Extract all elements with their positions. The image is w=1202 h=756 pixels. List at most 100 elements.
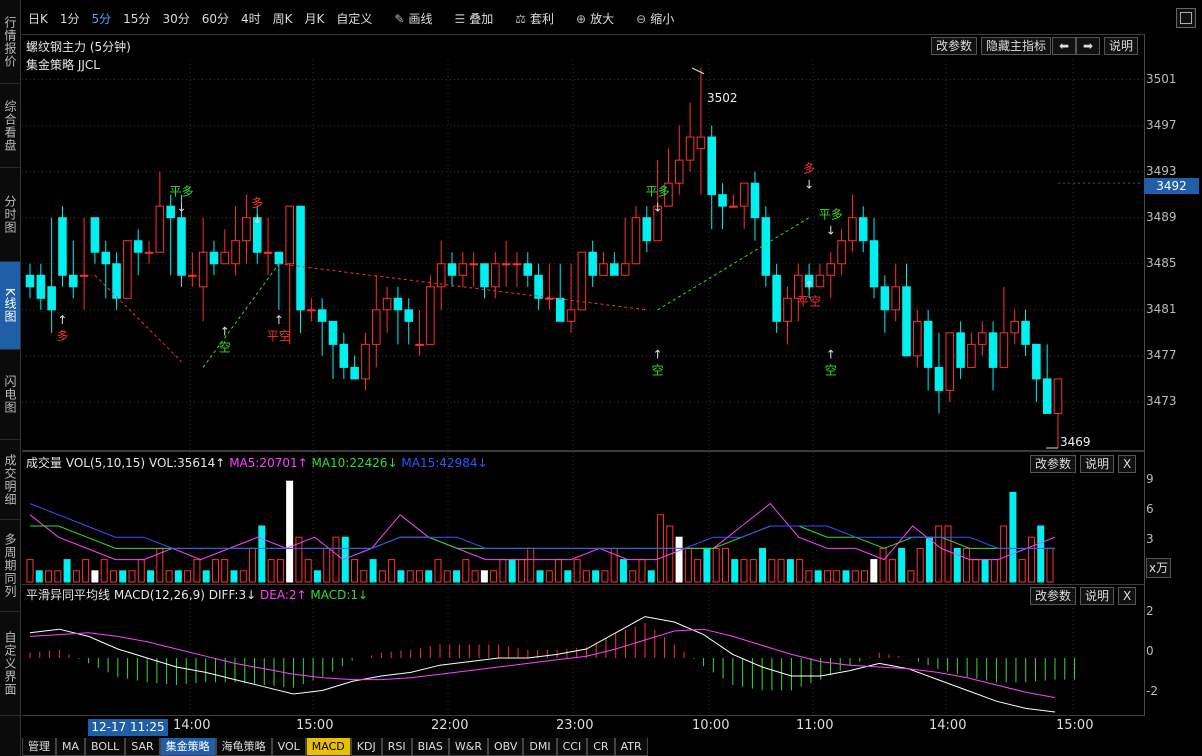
volume-bar <box>972 559 980 583</box>
candle-body <box>642 217 652 242</box>
signal-label: 空 <box>219 340 231 354</box>
candle-body <box>25 274 35 288</box>
candle-body <box>858 217 868 242</box>
candle-body <box>79 274 89 277</box>
indicator-tab-5[interactable]: 海龟策略 <box>215 738 272 756</box>
candle-body <box>263 251 273 254</box>
candle-body <box>913 320 922 357</box>
volume-bar <box>202 570 210 583</box>
volume-bar <box>137 559 145 583</box>
candle-body <box>1032 343 1041 380</box>
candle-body <box>198 251 208 288</box>
candle-body <box>101 251 111 265</box>
indicator-tab-bar: 管理 MA BOLL SAR 集金策略 海龟策略 VOL MACD KDJ RSI BIAS W&R O… <box>22 738 1198 756</box>
indicator-tab-13[interactable]: DMI <box>523 738 557 756</box>
volume-bar <box>453 570 461 583</box>
candle-body <box>512 263 522 266</box>
volume-bar <box>879 547 887 583</box>
candle-body <box>317 309 327 322</box>
macd-dea-line <box>29 628 1056 699</box>
candle-body <box>545 297 554 300</box>
candle-body <box>848 217 857 242</box>
indicator-tab-16[interactable]: ATR <box>614 738 648 756</box>
candle-body <box>447 263 457 276</box>
volume-bar <box>351 559 359 583</box>
candle-body <box>891 286 900 311</box>
volume-bar <box>1046 547 1054 583</box>
volume-bar <box>536 570 544 583</box>
volume-bar <box>388 559 396 583</box>
volume-bar <box>35 570 43 583</box>
signal-label: 多 <box>251 196 263 210</box>
volume-bar <box>313 570 321 583</box>
price-tick: 3501 <box>1146 71 1177 86</box>
candle-body <box>339 343 349 368</box>
volume-bar <box>109 570 117 583</box>
volume-bar <box>555 559 563 583</box>
signal-label: 空 <box>652 363 664 377</box>
candle-body <box>47 286 56 311</box>
macd-tick: -2 <box>1146 684 1158 698</box>
indicator-tab-6[interactable]: VOL <box>271 738 306 756</box>
candle-body <box>177 217 186 276</box>
candle-body <box>707 136 717 196</box>
signal-arrow: ↑ <box>220 324 230 338</box>
signal-label: 平多 <box>169 185 193 199</box>
candle-body <box>945 332 955 391</box>
candle-body <box>523 263 533 276</box>
volume-bar <box>712 547 720 583</box>
candle-body <box>328 320 338 345</box>
volume-bar <box>54 570 62 583</box>
volume-bar <box>777 559 785 583</box>
volume-bar <box>935 525 943 583</box>
indicator-tab-10[interactable]: BIAS <box>411 738 449 756</box>
time-tick: 14:00 <box>173 718 211 733</box>
candle-body <box>718 194 727 207</box>
volume-bar <box>45 570 53 583</box>
signal-label: 平多 <box>819 208 843 222</box>
volume-bar <box>165 570 173 583</box>
indicator-tab-2[interactable]: BOLL <box>85 738 126 756</box>
volume-bar <box>258 525 266 583</box>
indicator-tab-11[interactable]: W&R <box>448 738 488 756</box>
indicator-tab-8[interactable]: KDJ <box>350 738 382 756</box>
volume-bar <box>63 559 71 583</box>
indicator-tab-14[interactable]: CCI <box>556 738 588 756</box>
volume-bar <box>907 570 915 583</box>
volume-bar <box>703 547 711 583</box>
volume-bar <box>443 570 451 583</box>
volume-bar <box>861 570 869 583</box>
candle-body <box>350 366 359 380</box>
volume-bar <box>749 559 757 583</box>
candle-body <box>501 263 511 266</box>
candle-body <box>826 263 836 276</box>
indicator-tab-3[interactable]: SAR <box>125 738 160 756</box>
indicator-tab-4[interactable]: 集金策略 <box>159 738 216 756</box>
high-marker <box>691 67 705 75</box>
candle-body <box>631 217 641 265</box>
volume-bar <box>378 570 386 583</box>
candle-body <box>296 205 305 311</box>
indicator-tab-7[interactable]: MACD <box>305 738 351 756</box>
price-tick: 3477 <box>1146 347 1177 362</box>
indicator-tab-0[interactable]: 管理 <box>22 738 56 756</box>
indicator-tab-12[interactable]: OBV <box>488 738 524 756</box>
indicator-tab-15[interactable]: CR <box>587 738 615 756</box>
volume-bar <box>592 570 600 583</box>
indicator-tab-1[interactable]: MA <box>56 738 86 756</box>
volume-bar <box>582 570 590 583</box>
candle-body <box>188 274 197 277</box>
volume-bar <box>925 536 933 583</box>
candle-body <box>977 332 987 345</box>
macd-diff-line <box>29 616 1056 713</box>
volume-bar <box>629 570 637 583</box>
price-tick: 3481 <box>1146 301 1177 316</box>
volume-bar <box>898 547 906 583</box>
signal-label: 平空 <box>267 329 291 343</box>
chart-canvas[interactable]: 多 ↑ 平多 ↓ 空 ↑ 多 ↓ 平空 ↑ 平多 ↓ 空 ↑ 多 ↓ 平空 ↑ 平多 ↓ 空 ↑ 3502 3469 <box>0 0 1202 756</box>
candle-body <box>1042 378 1052 414</box>
volume-bar <box>619 559 627 583</box>
indicator-tab-9[interactable]: RSI <box>381 738 412 756</box>
volume-bar <box>814 570 822 583</box>
candle-body <box>902 286 911 357</box>
